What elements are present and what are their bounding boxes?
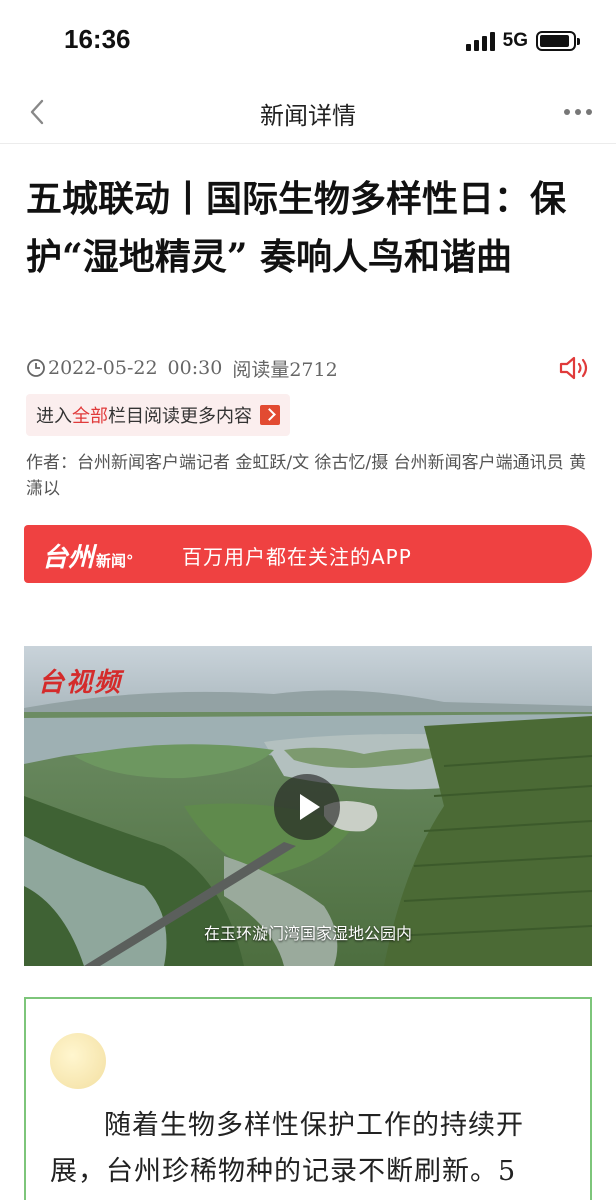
article-intro-text: 随着生物多样性保护工作的持续开展，台州珍稀物种的记录不断刷新。5 — [50, 1110, 524, 1187]
video-player[interactable]: 台视频 在玉环漩门湾国家湿地公园内 — [24, 646, 592, 966]
more-button[interactable] — [558, 100, 598, 124]
article-intro-box: 随着生物多样性保护工作的持续开展，台州珍稀物种的记录不断刷新。5 — [24, 997, 592, 1200]
app-logo: 台州 新闻° — [42, 537, 134, 574]
channel-prefix: 进入 — [36, 406, 72, 427]
decorative-dot-icon — [50, 1033, 106, 1089]
battery-icon — [536, 31, 580, 51]
app-download-banner[interactable]: 台州 新闻° 百万用户都在关注的APP — [24, 525, 592, 583]
status-time: 16:36 — [64, 24, 131, 54]
read-count: 阅读量2712 — [232, 358, 338, 381]
battery-level — [540, 35, 569, 47]
status-bar: 16:36 5G — [0, 0, 616, 80]
app-logo-sub: 新闻° — [96, 552, 134, 570]
article-meta: 2022-05-22 00:30 阅读量2712 — [26, 354, 592, 382]
page-title: 新闻详情 — [260, 102, 356, 130]
publish-date: 2022-05-22 — [48, 357, 158, 379]
navigation-bar: 新闻详情 — [0, 80, 616, 144]
app-logo-main: 台州 — [42, 543, 95, 573]
publish-time: 00:30 — [167, 357, 223, 379]
play-button[interactable] — [274, 774, 340, 840]
arrow-right-icon — [260, 405, 280, 425]
article-byline: 作者：台州新闻客户端记者 金虹跃/文 徐古忆/摄 台州新闻客户端通讯员 黄潇以 — [26, 453, 587, 499]
status-indicators: 5G — [465, 28, 580, 54]
cellular-signal-icon — [465, 31, 495, 51]
video-caption: 在玉环漩门湾国家湿地公园内 — [203, 924, 412, 943]
network-type: 5G — [502, 30, 528, 51]
video-channel-logo: 台视频 — [38, 668, 123, 698]
clock-icon — [27, 359, 45, 377]
app-slogan: 百万用户都在关注的APP — [182, 545, 412, 569]
channel-link[interactable]: 进入 全部 栏目阅读更多内容 — [26, 394, 290, 436]
article-title: 五城联动丨国际生物多样性日：保护“湿地精灵” 奏响人鸟和谐曲 — [26, 178, 567, 278]
channel-name: 全部 — [72, 406, 108, 427]
channel-suffix: 栏目阅读更多内容 — [108, 406, 252, 427]
speaker-icon[interactable] — [558, 354, 592, 382]
more-horizontal-icon — [564, 109, 570, 115]
